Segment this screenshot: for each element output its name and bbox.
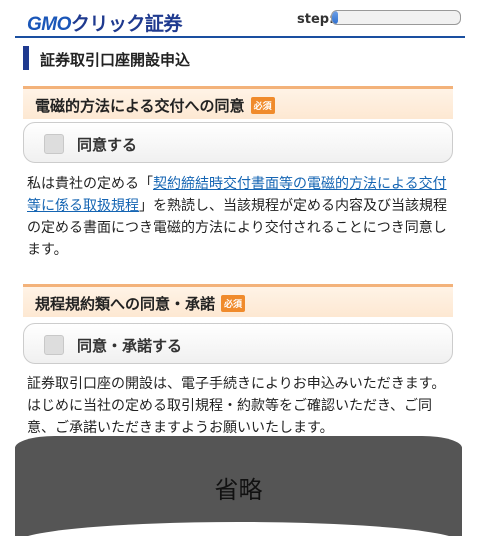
required-badge: 必須 (250, 97, 275, 114)
omitted-overlay: 省略 (15, 436, 462, 536)
checkbox-icon[interactable] (44, 335, 64, 355)
step-progress-fill (332, 11, 339, 24)
omitted-label: 省略 (214, 476, 263, 504)
step-label: step: (297, 12, 335, 27)
header: GMOクリック証券 step: (15, 0, 465, 38)
electronic-delivery-description: 私は貴社の定める「契約締結時交付書面等の電磁的方法による交付等に係る取扱規程」を… (27, 176, 447, 258)
section-electronic-delivery-header: 電磁的方法による交付への同意 必須 (23, 86, 453, 119)
checkbox-icon[interactable] (44, 134, 64, 154)
required-badge: 必須 (221, 295, 246, 312)
gmo-click-logo: GMOクリック証券 (27, 14, 182, 35)
rules-consent-description: 証券取引口座の開設は、電子手続きによりお申込みいただきます。はじめに当社の定める… (27, 376, 446, 436)
title-accent-bar (23, 46, 29, 70)
page-title: 証券取引口座開設申込 (23, 46, 463, 72)
section-title: 電磁的方法による交付への同意 (35, 97, 245, 115)
agree-electronic-delivery-checkbox[interactable]: 同意する (23, 122, 453, 163)
agree-label: 同意する (77, 136, 138, 154)
section-title: 規程規約類への同意・承諾 (35, 295, 216, 313)
section-rules-consent-header: 規程規約類への同意・承諾 必須 (23, 284, 453, 317)
step-progress-bar (331, 10, 461, 25)
agree-label: 同意・承諾する (77, 337, 183, 355)
page-title-text: 証券取引口座開設申込 (40, 51, 191, 69)
agree-rules-checkbox[interactable]: 同意・承諾する (23, 323, 453, 364)
